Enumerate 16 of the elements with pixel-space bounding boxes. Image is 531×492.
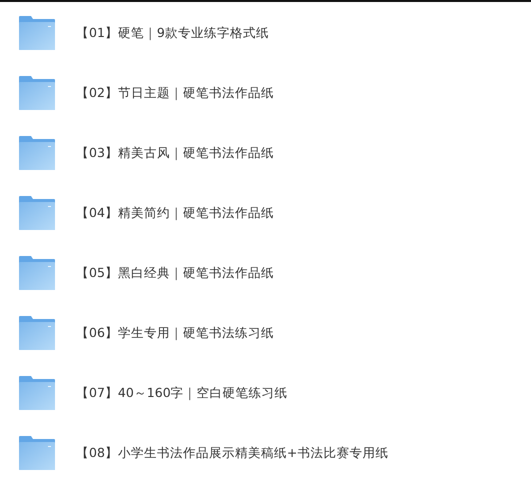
- folder-icon[interactable]: [19, 196, 55, 230]
- folder-name[interactable]: 【02】节日主题｜硬笔书法作品纸: [76, 84, 274, 102]
- folder-name[interactable]: 【04】精美简约｜硬笔书法作品纸: [76, 204, 274, 222]
- folder-name[interactable]: 【08】小学生书法作品展示精美稿纸+书法比赛专用纸: [76, 444, 388, 462]
- folder-icon[interactable]: [19, 376, 55, 410]
- folder-name[interactable]: 【01】硬笔｜9款专业练字格式纸: [76, 24, 269, 42]
- folder-name[interactable]: 【03】精美古风｜硬笔书法作品纸: [76, 144, 274, 162]
- folder-name[interactable]: 【07】40～160字｜空白硬笔练习纸: [76, 384, 288, 402]
- folder-name[interactable]: 【05】黑白经典｜硬笔书法作品纸: [76, 264, 274, 282]
- folder-icon[interactable]: [19, 256, 55, 290]
- folder-icon[interactable]: [19, 136, 55, 170]
- folder-icon[interactable]: [19, 436, 55, 470]
- folder-name[interactable]: 【06】学生专用｜硬笔书法练习纸: [76, 324, 274, 342]
- folder-icon[interactable]: [19, 76, 55, 110]
- folder-icon[interactable]: [19, 316, 55, 350]
- folder-icon[interactable]: [19, 16, 55, 50]
